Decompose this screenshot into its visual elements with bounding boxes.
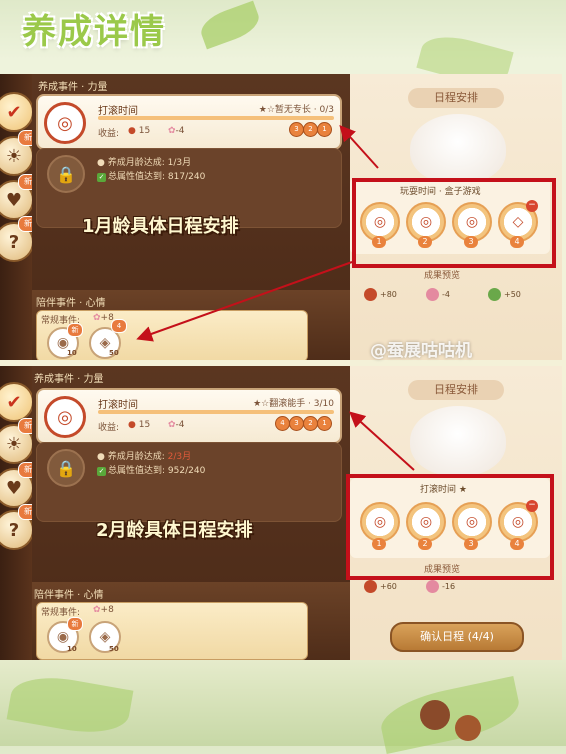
arrow-to-companion-1 — [136, 261, 353, 342]
watermark: @蚕展咕咕机 — [370, 341, 472, 361]
annotation-arrows — [136, 125, 415, 471]
arrow-to-orbs-1 — [339, 125, 379, 169]
arrow-to-orbs-2 — [349, 411, 415, 471]
